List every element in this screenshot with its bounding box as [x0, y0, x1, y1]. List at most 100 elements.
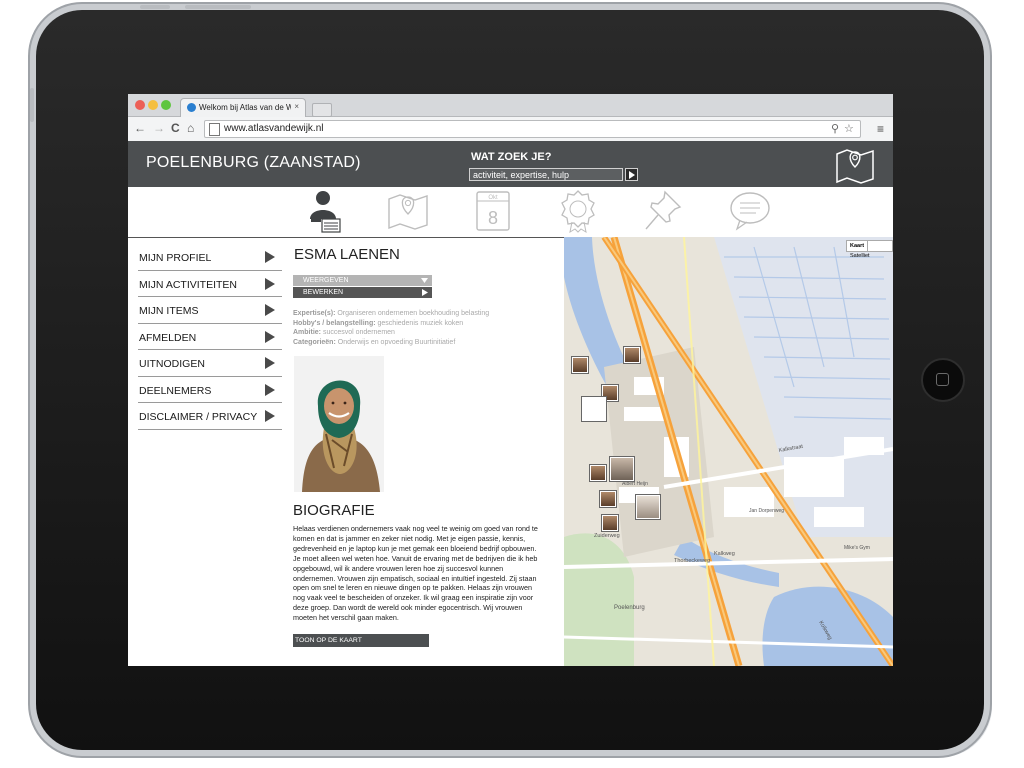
- view-button-label: WEERGEVEN: [303, 277, 349, 284]
- reload-icon[interactable]: C: [171, 121, 180, 135]
- calendar-day: 8: [488, 208, 498, 228]
- map-marker-avatar[interactable]: [610, 457, 634, 481]
- tab-close-icon[interactable]: ×: [294, 102, 299, 111]
- expertise-label: Expertise(s):: [293, 310, 336, 317]
- map-marker-avatar[interactable]: [636, 495, 660, 519]
- ambition-value: succesvol ondernemen: [322, 329, 395, 336]
- device-side-button: [140, 5, 170, 9]
- site-header: POELENBURG (ZAANSTAD) WAT ZOEK JE? activ…: [128, 141, 893, 187]
- browser-window: Welkom bij Atlas van de W × ← → C ⌂ www.…: [128, 94, 893, 666]
- map-type-satellite[interactable]: Satelliet: [847, 251, 873, 261]
- device-side-button: [185, 5, 251, 9]
- menu-item-label: MIJN ITEMS: [139, 305, 199, 317]
- arrow-right-icon: [265, 330, 275, 343]
- map-label-zuiderweg: Zuiderweg: [594, 533, 620, 539]
- menu-item-label: MIJN ACTIVITEITEN: [139, 278, 238, 291]
- menu-item-label: AFMELDEN: [139, 331, 197, 344]
- menu-item-label: DEELNEMERS: [139, 384, 212, 397]
- chevron-down-icon: [421, 278, 428, 283]
- browser-tab[interactable]: Welkom bij Atlas van de W ×: [180, 98, 306, 117]
- profile-photo: [294, 356, 384, 492]
- map-marker-avatar[interactable]: [600, 491, 616, 507]
- minimize-window-button[interactable]: [148, 100, 158, 110]
- view-button[interactable]: WEERGEVEN: [293, 275, 432, 286]
- menu-item-label: UITNODIGEN: [139, 358, 205, 370]
- map-type-toggle[interactable]: KaartSatelliet: [846, 240, 893, 259]
- expertise-value: Organiseren ondernemen boekhouding belas…: [337, 310, 490, 317]
- address-toolbar: ← → C ⌂ www.atlasvandewijk.nl ⚲ ☆ ≡: [128, 117, 893, 142]
- arrow-right-icon: [265, 383, 275, 396]
- biography-title: BIOGRAFIE: [293, 502, 375, 519]
- icon-navigation: Okt 8: [128, 187, 893, 238]
- edit-button[interactable]: BEWERKEN: [293, 287, 432, 298]
- search-submit-button[interactable]: [625, 168, 638, 181]
- biography-text: Helaas verdienen ondernemers vaak nog ve…: [293, 524, 538, 623]
- close-window-button[interactable]: [135, 100, 145, 110]
- map-marker-avatar[interactable]: [582, 397, 606, 421]
- menu-item-deelnemers[interactable]: DEELNEMERS: [138, 377, 282, 403]
- calendar-month: Okt: [488, 195, 498, 201]
- search-label: WAT ZOEK JE?: [471, 151, 552, 163]
- tab-title: Welkom bij Atlas van de W: [199, 103, 291, 112]
- address-bar[interactable]: www.atlasvandewijk.nl ⚲ ☆: [204, 120, 861, 138]
- map-label-jan-dorpenweg: Jan Dorpenweg: [749, 508, 784, 514]
- side-menu: MIJN PROFIEL MIJN ACTIVITEITEN MIJN ITEM…: [138, 244, 282, 430]
- profile-details: Expertise(s): Organiseren ondernemen boe…: [293, 309, 489, 347]
- arrow-right-icon: [265, 410, 275, 422]
- map-label-mikes-gym: Mike's Gym: [844, 545, 870, 551]
- badge-icon[interactable]: [558, 189, 598, 233]
- chat-icon[interactable]: [728, 189, 772, 233]
- hobby-value: geschiedenis muziek koken: [377, 319, 464, 327]
- menu-item-label: DISCLAIMER / PRIVACY: [139, 411, 258, 423]
- tab-bar: Welkom bij Atlas van de W ×: [128, 94, 893, 117]
- map-logo-icon[interactable]: [835, 146, 875, 186]
- favicon-icon: [187, 103, 196, 112]
- map-marker-avatar[interactable]: [590, 465, 606, 481]
- show-on-map-label: TOON OP DE KAART: [295, 637, 362, 644]
- page-icon: [209, 123, 220, 136]
- new-tab-button[interactable]: [312, 103, 332, 117]
- map-label-kalkweg: Kalkweg: [714, 551, 735, 557]
- menu-item-afmelden[interactable]: AFMELDEN: [138, 324, 282, 350]
- edit-button-label: BEWERKEN: [303, 289, 344, 296]
- forward-icon[interactable]: →: [153, 121, 165, 135]
- pin-icon[interactable]: [643, 189, 683, 233]
- map-label-thorbeckeweg: Thorbeckeweg: [674, 558, 710, 564]
- home-button[interactable]: [921, 358, 965, 402]
- profile-icon[interactable]: [306, 189, 342, 233]
- categories-label: Categorieën:: [293, 338, 336, 346]
- calendar-icon[interactable]: Okt 8: [473, 189, 513, 233]
- map-marker-avatar[interactable]: [572, 357, 588, 373]
- arrow-right-icon: [265, 304, 275, 316]
- arrow-right-icon: [265, 251, 275, 263]
- home-icon[interactable]: ⌂: [187, 121, 194, 135]
- map-label-albert-heijn: Albert Heijn: [622, 481, 648, 487]
- street-map: Poelenburg Kalkstraat Kalkweg Thorbeckew…: [564, 237, 893, 666]
- portrait-image: [294, 356, 384, 492]
- site-title: POELENBURG (ZAANSTAD): [146, 154, 361, 171]
- profile-name: ESMA LAENEN: [294, 246, 400, 263]
- show-on-map-button[interactable]: TOON OP DE KAART: [293, 634, 429, 647]
- menu-icon[interactable]: ≡: [877, 122, 884, 136]
- menu-item-mijn-items[interactable]: MIJN ITEMS: [138, 297, 282, 324]
- menu-item-mijn-profiel[interactable]: MIJN PROFIEL: [138, 244, 282, 271]
- maximize-window-button[interactable]: [161, 100, 171, 110]
- map-marker-avatar[interactable]: [624, 347, 640, 363]
- menu-item-disclaimer-privacy[interactable]: DISCLAIMER / PRIVACY: [138, 403, 282, 430]
- ambition-label: Ambitie:: [293, 329, 321, 336]
- device-volume-button: [30, 88, 34, 122]
- menu-item-mijn-activiteiten[interactable]: MIJN ACTIVITEITEN: [138, 271, 282, 297]
- map-view[interactable]: Poelenburg Kalkstraat Kalkweg Thorbeckew…: [564, 237, 893, 666]
- map-type-map[interactable]: Kaart: [847, 241, 869, 251]
- map-label-poelenburg: Poelenburg: [614, 605, 645, 611]
- back-icon[interactable]: ←: [134, 121, 146, 135]
- categories-value: Onderwijs en opvoeding Buurtinitiatief: [337, 338, 456, 346]
- menu-item-label: MIJN PROFIEL: [139, 252, 212, 264]
- search-input[interactable]: activiteit, expertise, hulp: [469, 168, 623, 181]
- map-marker-avatar[interactable]: [602, 515, 618, 531]
- bookmark-star-icon[interactable]: ☆: [844, 122, 854, 135]
- zoom-icon[interactable]: ⚲: [831, 122, 839, 135]
- arrow-right-icon: [265, 277, 275, 290]
- menu-item-uitnodigen[interactable]: UITNODIGEN: [138, 350, 282, 377]
- map-icon[interactable]: [387, 189, 429, 233]
